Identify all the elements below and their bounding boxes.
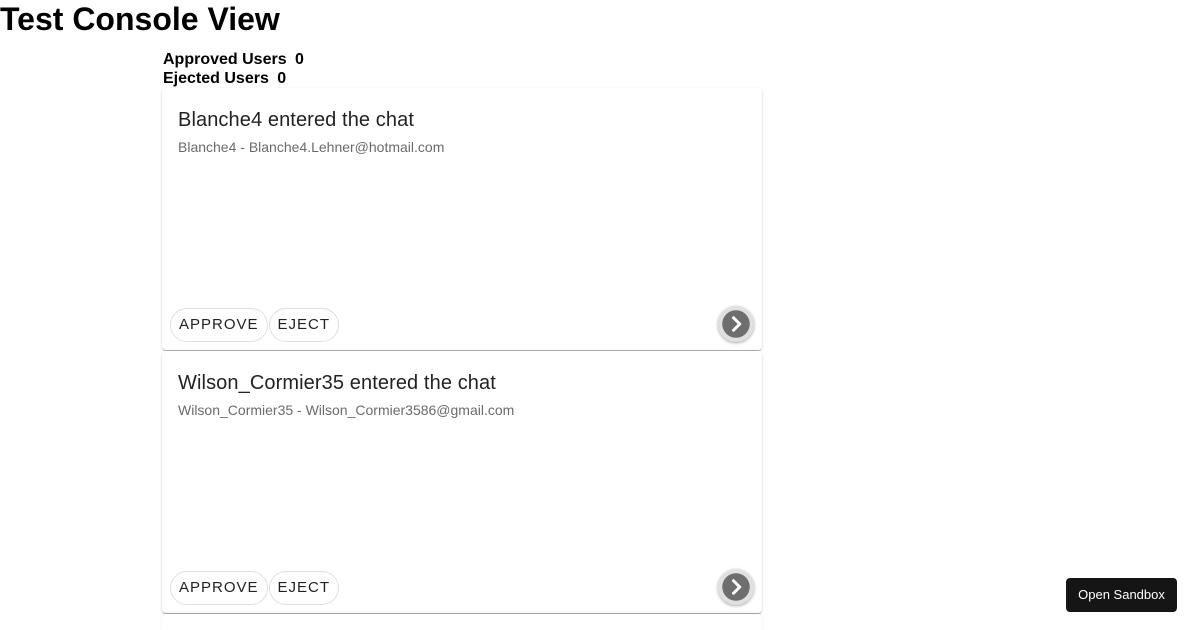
card-subtitle: Blanche4 - Blanche4.Lehner@hotmail.com: [178, 139, 445, 155]
chevron-right-icon: [722, 573, 750, 601]
page-title: Test Console View: [0, 1, 280, 37]
card-title: Wilson_Cormier35 entered the chat: [178, 372, 496, 394]
eject-button[interactable]: EJECT: [268, 308, 340, 342]
test-console-page: Test Console View Approved Users 0 Eject…: [0, 0, 1200, 630]
card-subtitle: Wilson_Cormier35 - Wilson_Cormier3586@gm…: [178, 402, 515, 418]
ejected-users-stat: Ejected Users 0: [163, 69, 304, 88]
approved-users-label: Approved Users: [163, 51, 287, 68]
eject-button[interactable]: EJECT: [268, 571, 340, 605]
approve-button[interactable]: APPROVE: [170, 308, 268, 342]
chat-event-card-partial: [162, 614, 762, 630]
user-stats: Approved Users 0 Ejected Users 0: [163, 50, 304, 88]
next-button[interactable]: [718, 306, 754, 342]
card-actions: APPROVE EJECT: [170, 571, 340, 605]
chat-event-list: Blanche4 entered the chat Blanche4 - Bla…: [162, 88, 762, 630]
approve-button[interactable]: APPROVE: [170, 571, 268, 605]
approved-users-count: 0: [295, 51, 304, 68]
chevron-right-icon: [722, 310, 750, 338]
chat-event-card: Blanche4 entered the chat Blanche4 - Bla…: [162, 88, 762, 350]
approved-users-stat: Approved Users 0: [163, 50, 304, 69]
open-sandbox-button[interactable]: Open Sandbox: [1066, 578, 1177, 612]
card-actions: APPROVE EJECT: [170, 308, 340, 342]
next-button[interactable]: [718, 569, 754, 605]
card-title: Blanche4 entered the chat: [178, 109, 415, 131]
ejected-users-count: 0: [277, 70, 287, 87]
chat-event-card: Wilson_Cormier35 entered the chat Wilson…: [162, 351, 762, 613]
ejected-users-label: Ejected Users: [163, 70, 269, 87]
